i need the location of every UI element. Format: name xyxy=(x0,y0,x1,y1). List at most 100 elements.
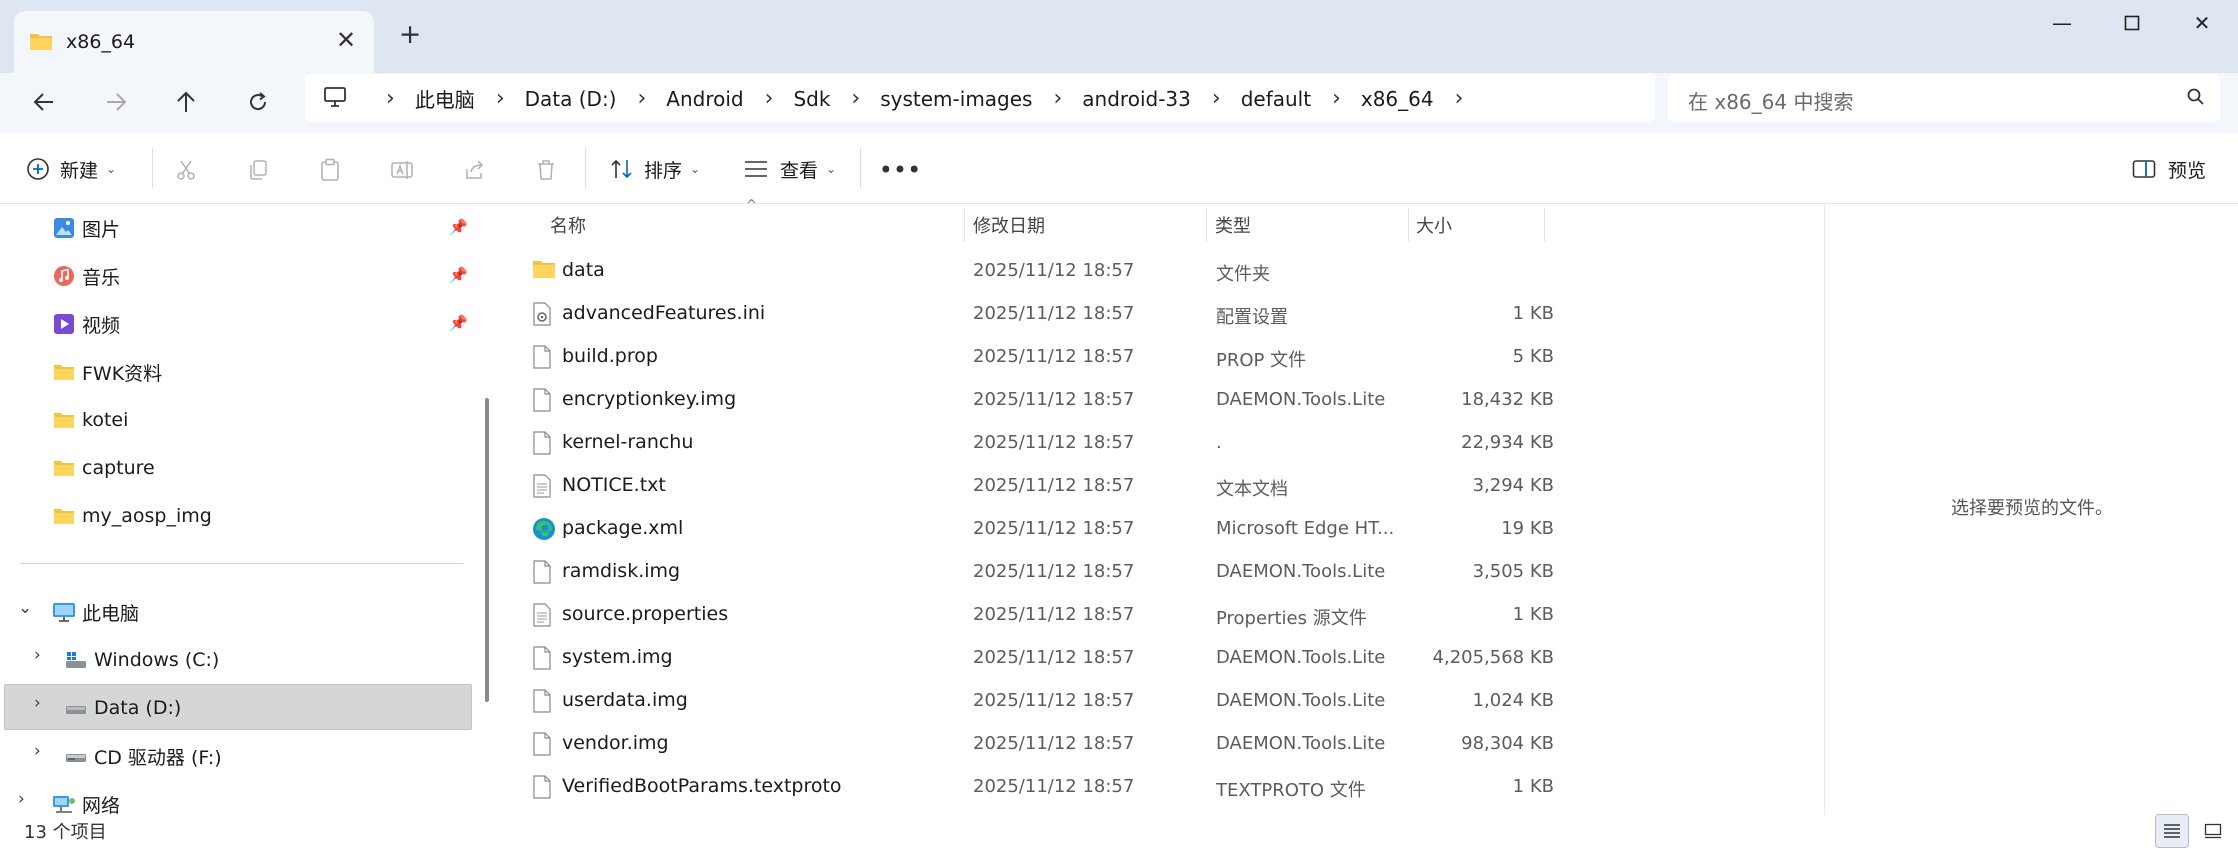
pin-icon[interactable]: 📌 xyxy=(449,314,468,332)
file-name: package.xml xyxy=(562,517,684,539)
chevron-right-icon[interactable]: › xyxy=(34,741,41,761)
close-tab-icon[interactable]: ✕ xyxy=(331,25,361,55)
chevron-right-icon[interactable]: › xyxy=(851,86,860,111)
close-window-icon[interactable]: ✕ xyxy=(2180,8,2224,38)
nav-scrollbar-thumb[interactable] xyxy=(485,398,489,702)
nav-item-this-pc[interactable]: 此电脑 xyxy=(52,597,139,627)
breadcrumb-default[interactable]: default xyxy=(1241,87,1311,111)
file-row[interactable]: vendor.img 2025/11/12 18:57 DAEMON.Tools.L… xyxy=(520,723,1554,765)
address-bar[interactable]: › 此电脑 › Data (D:) › Android › Sdk › syst… xyxy=(305,74,1655,122)
column-header-date[interactable]: 修改日期 xyxy=(973,212,1045,238)
more-options-icon[interactable]: ••• xyxy=(879,154,921,186)
nav-item-pictures[interactable]: 图片 xyxy=(52,213,120,243)
nav-item-label: Data (D:) xyxy=(94,697,182,719)
tab-x86_64[interactable]: x86_64 ✕ xyxy=(14,11,374,73)
paste-icon[interactable] xyxy=(314,154,346,186)
search-input[interactable]: 在 x86_64 中搜索 xyxy=(1668,74,2220,122)
file-date: 2025/11/12 18:57 xyxy=(973,690,1135,711)
chevron-right-icon[interactable]: › xyxy=(637,86,646,111)
back-arrow-icon[interactable] xyxy=(24,82,64,122)
file-size: 3,505 KB xyxy=(1472,561,1554,582)
new-tab-button[interactable]: + xyxy=(395,20,425,50)
chevron-right-icon[interactable]: › xyxy=(765,86,774,111)
nav-item-my-aosp-img[interactable]: my_aosp_img xyxy=(52,501,212,531)
view-button[interactable]: 查看 ⌄ xyxy=(744,152,836,186)
chevron-right-icon[interactable]: › xyxy=(1212,86,1221,111)
cut-icon[interactable] xyxy=(170,154,202,186)
tiles-view-button[interactable] xyxy=(2196,814,2230,848)
file-row[interactable]: ramdisk.img 2025/11/12 18:57 DAEMON.Tools.… xyxy=(520,551,1554,593)
breadcrumb-data-d[interactable]: Data (D:) xyxy=(525,87,617,111)
chevron-right-icon[interactable]: › xyxy=(34,693,41,713)
maximize-icon[interactable] xyxy=(2110,8,2154,38)
column-header-name[interactable]: 名称 xyxy=(550,212,586,238)
item-count: 13 个项目 xyxy=(24,822,107,843)
nav-item-capture[interactable]: capture xyxy=(52,453,155,483)
file-row[interactable]: encryptionkey.img 2025/11/12 18:57 DAEMON.… xyxy=(520,379,1554,421)
delete-icon[interactable] xyxy=(530,154,562,186)
nav-item-music[interactable]: 音乐 xyxy=(52,261,120,291)
chevron-right-icon[interactable]: › xyxy=(1455,86,1464,111)
breadcrumb-this-pc[interactable]: 此电脑 xyxy=(415,84,475,113)
search-icon[interactable] xyxy=(2186,87,2206,111)
column-divider[interactable] xyxy=(1408,208,1409,242)
file-date: 2025/11/12 18:57 xyxy=(973,303,1135,324)
share-icon[interactable] xyxy=(458,154,490,186)
chevron-right-icon[interactable]: › xyxy=(34,645,41,665)
nav-item-windows-c[interactable]: Windows (C:) xyxy=(64,645,219,675)
sort-button[interactable]: 排序 ⌄ xyxy=(610,152,700,186)
tab-title: x86_64 xyxy=(66,31,136,53)
nav-item-cd-f[interactable]: CD 驱动器 (F:) xyxy=(64,741,222,771)
chevron-right-icon[interactable]: › xyxy=(1053,86,1062,111)
file-row[interactable]: source.properties 2025/11/12 18:57 Propert… xyxy=(520,594,1554,636)
breadcrumb-android[interactable]: Android xyxy=(666,87,743,111)
file-row[interactable]: userdata.img 2025/11/12 18:57 DAEMON.Tools… xyxy=(520,680,1554,722)
pin-icon[interactable]: 📌 xyxy=(449,266,468,284)
windows-drive-icon xyxy=(64,648,88,672)
file-row[interactable]: build.prop 2025/11/12 18:57 PROP 文件 5 KB xyxy=(520,336,1554,378)
forward-arrow-icon[interactable] xyxy=(96,82,136,122)
column-divider[interactable] xyxy=(1544,208,1545,242)
up-arrow-icon[interactable] xyxy=(166,82,206,122)
minimize-icon[interactable]: — xyxy=(2040,8,2084,38)
column-divider[interactable] xyxy=(964,208,965,242)
chevron-right-icon[interactable]: › xyxy=(1332,86,1341,111)
file-date: 2025/11/12 18:57 xyxy=(973,260,1135,281)
breadcrumb-sdk[interactable]: Sdk xyxy=(793,87,830,111)
folder-icon xyxy=(52,408,76,432)
nav-item-data-d[interactable]: Data (D:) xyxy=(64,693,181,723)
file-size: 1 KB xyxy=(1512,303,1554,324)
breadcrumb-x86_64[interactable]: x86_64 xyxy=(1361,87,1434,111)
file-row[interactable]: advancedFeatures.ini 2025/11/12 18:57 配置设置… xyxy=(520,293,1554,335)
file-row[interactable]: VerifiedBootParams.textproto 2025/11/12 1… xyxy=(520,766,1554,808)
nav-item-videos[interactable]: 视频 xyxy=(52,309,120,339)
chevron-right-icon[interactable]: › xyxy=(18,789,25,809)
breadcrumb-android-33[interactable]: android-33 xyxy=(1082,87,1191,111)
column-divider[interactable] xyxy=(1206,208,1207,242)
file-row[interactable]: data 2025/11/12 18:57 文件夹 xyxy=(520,250,1544,292)
edge-icon xyxy=(532,517,556,541)
rename-icon[interactable] xyxy=(386,154,418,186)
breadcrumb-system-images[interactable]: system-images xyxy=(880,87,1032,111)
details-view-button[interactable] xyxy=(2155,814,2189,848)
pin-icon[interactable]: 📌 xyxy=(449,218,468,236)
chevron-down-icon[interactable]: ⌄ xyxy=(18,598,32,618)
column-header-type[interactable]: 类型 xyxy=(1215,212,1251,238)
new-button[interactable]: 新建 ⌄ xyxy=(26,152,116,186)
chevron-right-icon[interactable]: › xyxy=(386,86,395,111)
breadcrumb: › 此电脑 › Data (D:) › Android › Sdk › syst… xyxy=(365,84,1483,113)
preview-pane-button[interactable]: 预览 xyxy=(2132,152,2206,186)
chevron-right-icon[interactable]: › xyxy=(496,86,505,111)
divider xyxy=(585,148,586,188)
file-row[interactable]: kernel-ranchu 2025/11/12 18:57. 22,934 KB xyxy=(520,422,1554,464)
nav-item-fwk[interactable]: FWK资料 xyxy=(52,357,162,387)
refresh-icon[interactable] xyxy=(238,82,278,122)
file-row[interactable]: package.xml 2025/11/12 18:57 Microsoft Edg… xyxy=(520,508,1554,550)
nav-item-kotei[interactable]: kotei xyxy=(52,405,128,435)
file-icon xyxy=(532,388,556,412)
column-header-size[interactable]: 大小 xyxy=(1416,212,1452,238)
copy-icon[interactable] xyxy=(242,154,274,186)
file-row[interactable]: NOTICE.txt 2025/11/12 18:57 文本文档 3,294 KB xyxy=(520,465,1554,507)
file-row[interactable]: system.img 2025/11/12 18:57 DAEMON.Tools.L… xyxy=(520,637,1554,679)
file-name: system.img xyxy=(562,646,673,668)
